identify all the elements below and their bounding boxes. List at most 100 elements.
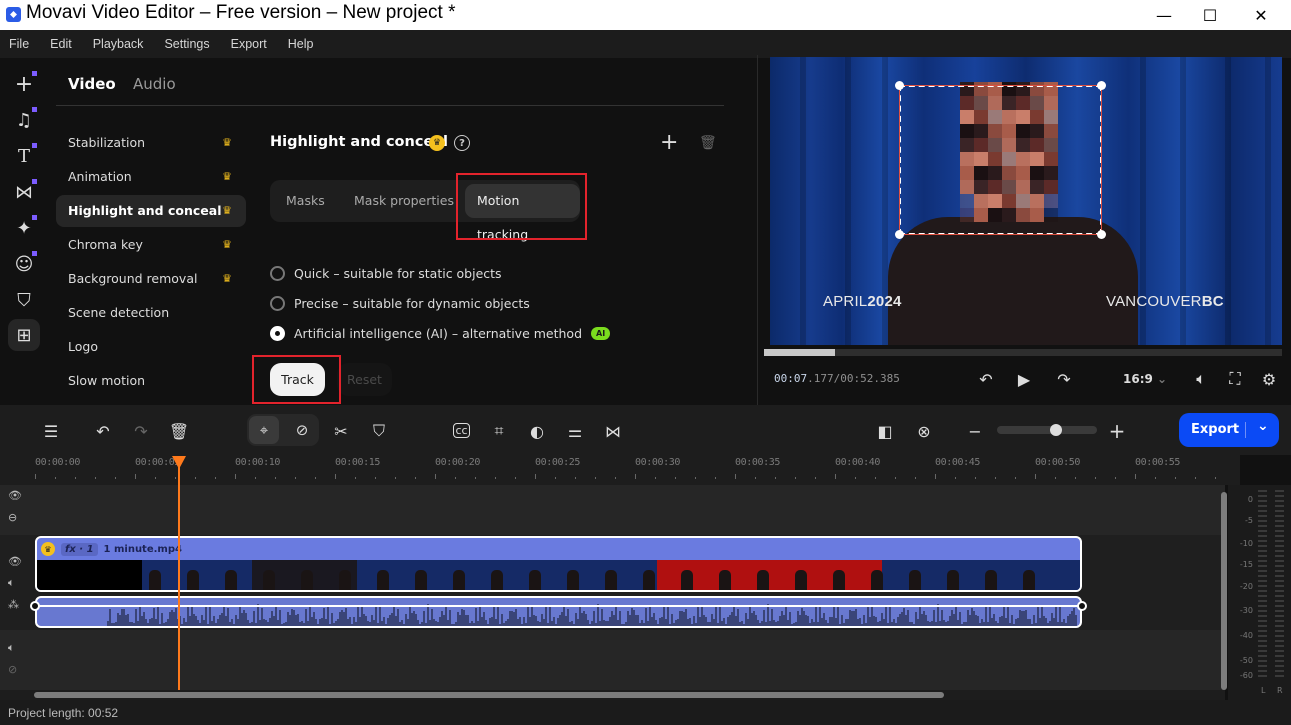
menu-file[interactable]: File xyxy=(9,37,29,51)
volume-icon[interactable]: 🔈︎ xyxy=(1190,368,1212,390)
reset-button[interactable]: Reset xyxy=(337,363,392,396)
menu-export[interactable]: Export xyxy=(231,37,267,51)
close-button[interactable]: ✕ xyxy=(1238,0,1284,30)
undo-icon[interactable]: ↶ xyxy=(90,418,116,444)
meter-db-label: -5 xyxy=(1245,516,1253,525)
effect-chroma-key[interactable]: Chroma key ♛ xyxy=(56,229,246,261)
mask-handle[interactable] xyxy=(895,230,904,239)
link-icon[interactable]: ⊗ xyxy=(911,418,937,444)
color-adjust-icon[interactable]: ◐ xyxy=(524,418,550,444)
maximize-button[interactable]: ☐ xyxy=(1187,0,1233,30)
effect-animation[interactable]: Animation ♛ xyxy=(56,161,246,193)
minimize-button[interactable]: — xyxy=(1141,0,1187,30)
step-forward-icon[interactable]: ↷ xyxy=(1053,368,1075,390)
crop-icon[interactable]: ⌗ xyxy=(486,418,512,444)
option-ai[interactable]: Artificial intelligence (AI) – alternati… xyxy=(270,326,611,341)
rail-titles[interactable]: T xyxy=(8,140,40,172)
effect-highlight-and-conceal[interactable]: Highlight and conceal ♛ xyxy=(56,195,246,227)
link-track-icon[interactable]: ⊖ xyxy=(8,511,17,524)
add-mask-icon[interactable]: + xyxy=(660,130,678,155)
audio-split-icon[interactable]: ◧ xyxy=(872,418,898,444)
aspect-ratio-select[interactable]: 16:9 ⌄ xyxy=(1123,372,1167,386)
zoom-out-icon[interactable]: − xyxy=(962,418,988,444)
preview-seek-bar[interactable] xyxy=(764,349,1282,356)
unlink-icon[interactable]: ⊘ xyxy=(8,663,17,676)
rail-store[interactable]: ⛉ xyxy=(8,284,40,316)
help-icon[interactable]: ? xyxy=(454,135,470,151)
video-clip[interactable]: ♛ fx · 1 1 minute.mp4 xyxy=(35,536,1082,592)
effect-slow-motion[interactable]: Slow motion xyxy=(56,365,246,397)
effect-label: Scene detection xyxy=(68,305,170,320)
thumbnail-person xyxy=(681,570,693,590)
audio-volume-line[interactable] xyxy=(35,605,1082,607)
menu-settings[interactable]: Settings xyxy=(164,37,209,51)
panel-divider[interactable] xyxy=(757,55,758,405)
sliders-icon[interactable]: ⚌ xyxy=(562,418,588,444)
fullscreen-icon[interactable]: ⛶ xyxy=(1224,368,1246,390)
effect-stabilization[interactable]: Stabilization ♛ xyxy=(56,127,246,159)
playhead[interactable] xyxy=(178,460,180,690)
effect-background-removal[interactable]: Background removal ♛ xyxy=(56,263,246,295)
option-precise[interactable]: Precise – suitable for dynamic objects xyxy=(270,296,530,311)
rail-music[interactable]: ♫ xyxy=(8,104,40,136)
zoom-in-icon[interactable]: + xyxy=(1104,418,1130,444)
subtab-masks[interactable]: Masks xyxy=(274,184,337,218)
ruler-tick xyxy=(1215,477,1216,479)
audio-detach-icon[interactable]: ⁂ xyxy=(8,598,19,611)
project-length: Project length: 00:52 xyxy=(8,706,119,720)
radio-button[interactable] xyxy=(270,266,285,281)
redo-icon[interactable]: ↷ xyxy=(128,418,154,444)
volume-handle[interactable] xyxy=(1077,601,1087,611)
timeline-zoom-slider[interactable] xyxy=(997,424,1097,436)
effect-logo[interactable]: Logo xyxy=(56,331,246,363)
playhead-handle[interactable] xyxy=(172,456,186,469)
delete-icon[interactable]: 🗑 xyxy=(699,135,717,151)
mask-bounding-box[interactable] xyxy=(895,81,1106,239)
volume-handle[interactable] xyxy=(30,601,40,611)
tab-audio[interactable]: Audio xyxy=(133,75,176,93)
captions-icon[interactable]: cc xyxy=(453,423,470,438)
rail-stickers[interactable]: ☺ xyxy=(8,248,40,280)
play-icon[interactable]: ▶ xyxy=(1013,368,1035,390)
radio-button[interactable] xyxy=(270,296,285,311)
transition-add-icon[interactable]: ⋈ xyxy=(600,418,626,444)
step-back-icon[interactable]: ↶ xyxy=(975,368,997,390)
cut-icon[interactable]: ✂ xyxy=(328,418,354,444)
audio-clip[interactable] xyxy=(35,596,1082,628)
slider-thumb[interactable] xyxy=(1049,424,1062,436)
rail-more-tools[interactable]: ⊞ xyxy=(8,319,40,351)
rail-transitions[interactable]: ⋈ xyxy=(8,176,40,208)
menu-edit[interactable]: Edit xyxy=(50,37,72,51)
rail-effects[interactable]: ✦ xyxy=(8,212,40,244)
horizontal-scrollbar[interactable] xyxy=(0,690,1225,700)
mask-handle[interactable] xyxy=(1097,81,1106,90)
menu-help[interactable]: Help xyxy=(288,37,314,51)
effect-scene-detection[interactable]: Scene detection xyxy=(56,297,246,329)
ruler-label: 00:00:20 xyxy=(435,457,480,468)
razor-icon[interactable]: ⊘ xyxy=(287,416,317,444)
delete-clip-icon[interactable]: 🗑︎ xyxy=(166,418,192,444)
ruler-tick xyxy=(715,477,716,479)
eye-icon[interactable]: 👁︎ xyxy=(8,555,22,568)
radio-button-selected[interactable] xyxy=(270,326,285,341)
option-quick[interactable]: Quick – suitable for static objects xyxy=(270,266,502,281)
settings-gear-icon[interactable]: ⚙ xyxy=(1258,368,1280,390)
mask-handle[interactable] xyxy=(1097,230,1106,239)
mask-handle[interactable] xyxy=(895,81,904,90)
volume-track-icon[interactable]: 🔈︎ xyxy=(8,576,15,590)
volume-track-icon[interactable]: 🔈︎ xyxy=(8,641,15,655)
eye-icon[interactable]: 👁︎ xyxy=(8,489,22,502)
export-button[interactable]: Export ⌄ xyxy=(1179,413,1279,447)
vertical-scrollbar[interactable] xyxy=(1221,492,1227,690)
select-cursor-icon[interactable]: ⌖ xyxy=(249,416,279,444)
add-track-icon[interactable]: ☰ xyxy=(38,418,64,444)
menu-playback[interactable]: Playback xyxy=(93,37,144,51)
chevron-down-icon[interactable]: ⌄ xyxy=(1257,418,1269,434)
thumbnail-person xyxy=(415,570,427,590)
rail-import[interactable]: + xyxy=(8,68,40,100)
video-preview[interactable]: APRIL2024 VANCOUVERBC xyxy=(770,57,1282,345)
tab-video[interactable]: Video xyxy=(68,75,116,93)
subtab-mask-properties[interactable]: Mask properties xyxy=(342,184,466,218)
timeline-ruler[interactable]: 00:00:00 00:00:05 00:00:10 00:00:15 00:00:20… xyxy=(0,455,1240,485)
shield-icon[interactable]: ⛉ xyxy=(366,418,392,444)
